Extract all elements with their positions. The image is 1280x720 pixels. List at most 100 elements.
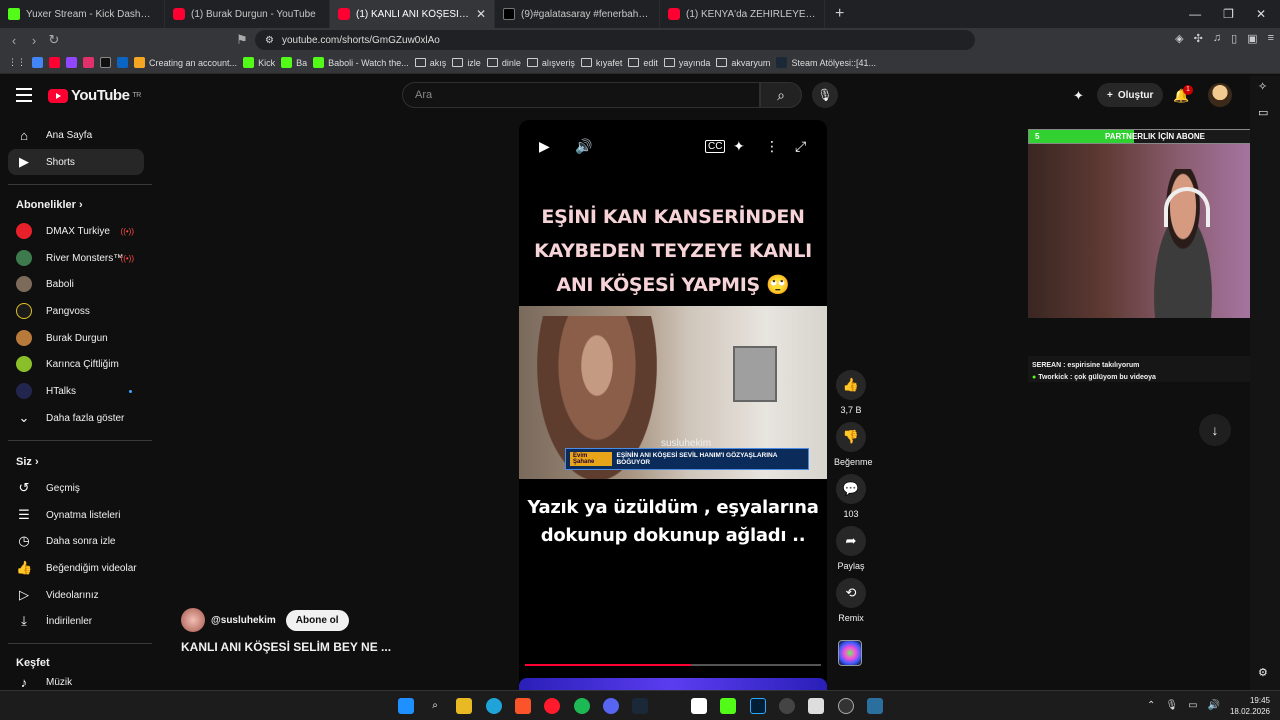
browser-tab[interactable]: (1) Burak Durgun - YouTube — [165, 0, 330, 28]
edge-icon[interactable] — [486, 698, 502, 714]
sidebar-item-home[interactable]: ⌂ Ana Sayfa — [8, 122, 144, 148]
file-explorer-icon[interactable] — [456, 698, 472, 714]
photoshop-icon[interactable] — [750, 698, 766, 714]
show-more-button[interactable]: ⌄ Daha fazla göster — [8, 405, 144, 431]
steam-icon[interactable] — [632, 698, 648, 714]
sidebar-item-your-videos[interactable]: ▷ Videolarınız — [8, 582, 144, 608]
obs-icon[interactable] — [838, 698, 854, 714]
next-video-button[interactable]: ↓ — [1199, 414, 1231, 446]
spotify-icon[interactable] — [574, 698, 590, 714]
dislike-button[interactable]: 👎 Beğenme — [834, 422, 873, 467]
captions-icon[interactable]: CC — [705, 140, 726, 153]
reload-icon[interactable]: ↻ — [44, 32, 64, 48]
sidebar-sub[interactable]: Burak Durgun — [8, 325, 144, 351]
like-button[interactable]: 👍 3,7 B — [834, 370, 868, 415]
browser-tab[interactable]: Yuxer Stream - Kick Dashboard — [0, 0, 165, 28]
subscriptions-heading[interactable]: Abonelikler › — [16, 199, 83, 211]
back-icon[interactable]: ‹ — [4, 33, 24, 48]
sidebar-item-liked[interactable]: 👍 Beğendiğim videolar — [8, 555, 144, 581]
sidebar-sub[interactable]: DMAX Turkiye ((•)) — [8, 218, 144, 244]
extensions-icon[interactable]: ✣ — [1194, 32, 1203, 45]
music-icon[interactable]: ♫ — [1213, 32, 1221, 45]
sidebar-icon[interactable]: ▯ — [1231, 32, 1237, 45]
sidebar-sub[interactable]: HTalks — [8, 378, 144, 404]
sidebar-item-shorts[interactable]: ▶ Shorts — [8, 149, 144, 175]
bookmark-item[interactable]: Steam Atölyesi::[41... — [776, 57, 876, 68]
play-icon[interactable]: ▶ — [539, 138, 550, 155]
you-heading[interactable]: Siz › — [16, 456, 39, 468]
more-icon[interactable]: ⋮ — [765, 138, 779, 155]
remix-button[interactable]: ⟲ Remix — [834, 578, 868, 623]
bookmark-item[interactable]: Baboli - Watch the... — [313, 57, 409, 68]
settings-icon[interactable]: ⚙ — [1258, 666, 1268, 679]
x-icon[interactable] — [100, 57, 111, 68]
next-short-preview[interactable] — [519, 678, 827, 690]
sidebar-sub[interactable]: River Monsters™ ((•)) — [8, 245, 144, 271]
sidebar-sub[interactable]: Karınca Çiftliğim — [8, 351, 144, 377]
app-icon[interactable] — [867, 698, 883, 714]
new-tab-button[interactable]: + — [825, 5, 854, 23]
close-window-icon[interactable]: ✕ — [1256, 7, 1266, 21]
voice-search-button[interactable]: 🎙 — [812, 82, 838, 108]
close-tab-icon[interactable]: ✕ — [476, 7, 486, 21]
browser-tab[interactable]: (1) KENYA'da ZEHİRLEYEN Sokak Yem — [660, 0, 825, 28]
app-icon[interactable] — [691, 698, 707, 714]
site-info-icon[interactable]: ⚙ — [265, 35, 274, 46]
taskbar-clock[interactable]: 19:45 18.02.2026 — [1230, 695, 1270, 717]
discord-icon[interactable] — [603, 698, 619, 714]
chevron-up-icon[interactable]: ⌃ — [1147, 700, 1155, 711]
bookmark-folder[interactable]: alışveriş — [526, 58, 575, 68]
brave-icon[interactable] — [515, 698, 531, 714]
opera-icon[interactable] — [544, 698, 560, 714]
instagram-icon[interactable] — [83, 57, 94, 68]
youtube-icon[interactable] — [49, 57, 60, 68]
share-button[interactable]: ➦ Paylaş — [834, 526, 868, 571]
app-icon[interactable] — [779, 698, 795, 714]
site-icon[interactable] — [117, 57, 128, 68]
volume-icon[interactable]: 🔊 — [1208, 700, 1220, 711]
kick-icon[interactable] — [720, 698, 736, 714]
video-progress-bar[interactable] — [525, 664, 821, 666]
sidebar-item-music[interactable]: ♪ Müzik — [8, 675, 144, 690]
app-icon[interactable] — [808, 698, 824, 714]
bookmark-folder[interactable]: edit — [628, 58, 658, 68]
restore-icon[interactable]: ❐ — [1223, 7, 1234, 21]
bookmark-folder[interactable]: dinle — [486, 58, 521, 68]
sidebar-sub[interactable]: Pangvoss — [8, 298, 144, 324]
bookmark-item[interactable]: Kick — [243, 57, 275, 68]
sidebar-item-watch-later[interactable]: ◷ Daha sonra izle — [8, 528, 144, 554]
twitch-icon[interactable] — [66, 57, 77, 68]
menu-icon[interactable]: ≡ — [1268, 32, 1274, 45]
bookmark-item[interactable]: Creating an account... — [134, 57, 237, 68]
sidebar-item-downloads[interactable]: ⤓ İndirilenler — [8, 608, 144, 634]
display-icon[interactable]: ▭ — [1188, 700, 1197, 711]
sound-thumbnail[interactable] — [838, 640, 862, 666]
create-button[interactable]: + Oluştur — [1097, 83, 1164, 107]
browser-tab-active[interactable]: (1) KANLI ANI KÖŞESİ SELİM BEY✕ — [330, 0, 495, 28]
search-icon[interactable]: ⌕ — [427, 698, 443, 714]
sidebar-item-history[interactable]: ↺ Geçmiş — [8, 475, 144, 501]
apps-icon[interactable]: ⋮⋮ — [8, 57, 26, 68]
volume-icon[interactable]: 🔊 — [575, 138, 592, 155]
subscribe-button[interactable]: Abone ol — [285, 609, 349, 631]
avatar[interactable] — [1208, 83, 1232, 107]
browser-tab[interactable]: (9)#galatasaray #fenerbahçe #ciromo — [495, 0, 660, 28]
search-input[interactable]: Ara — [402, 82, 760, 108]
search-button[interactable]: ⌕ — [760, 82, 802, 108]
fullscreen-icon[interactable]: ⤢ — [795, 138, 806, 155]
youtube-logo[interactable]: YouTube TR — [48, 87, 141, 104]
bookmark-item[interactable]: Ba — [281, 57, 307, 68]
bookmark-folder[interactable]: akış — [414, 58, 446, 68]
wallet-icon[interactable]: ▣ — [1247, 32, 1257, 45]
video-title[interactable]: KANLI ANI KÖŞESİ SELİM BEY NE ... — [181, 640, 391, 654]
bookmark-icon[interactable]: ⚑ — [232, 32, 252, 48]
menu-icon[interactable] — [16, 88, 32, 106]
shield-icon[interactable]: ◈ — [1175, 32, 1183, 45]
shorts-video[interactable]: ▶ 🔊 CC ✦ ⋮ ⤢ EŞİNİ KAN KANSERİNDEN KAYBE… — [519, 120, 827, 690]
google-icon[interactable] — [32, 57, 43, 68]
sidebar-sub[interactable]: Baboli — [8, 271, 144, 297]
bookmark-folder[interactable]: akvaryum — [716, 58, 770, 68]
forward-icon[interactable]: › — [24, 33, 44, 48]
bookmark-folder[interactable]: kıyafet — [580, 58, 622, 68]
minimize-icon[interactable]: — — [1189, 7, 1201, 21]
